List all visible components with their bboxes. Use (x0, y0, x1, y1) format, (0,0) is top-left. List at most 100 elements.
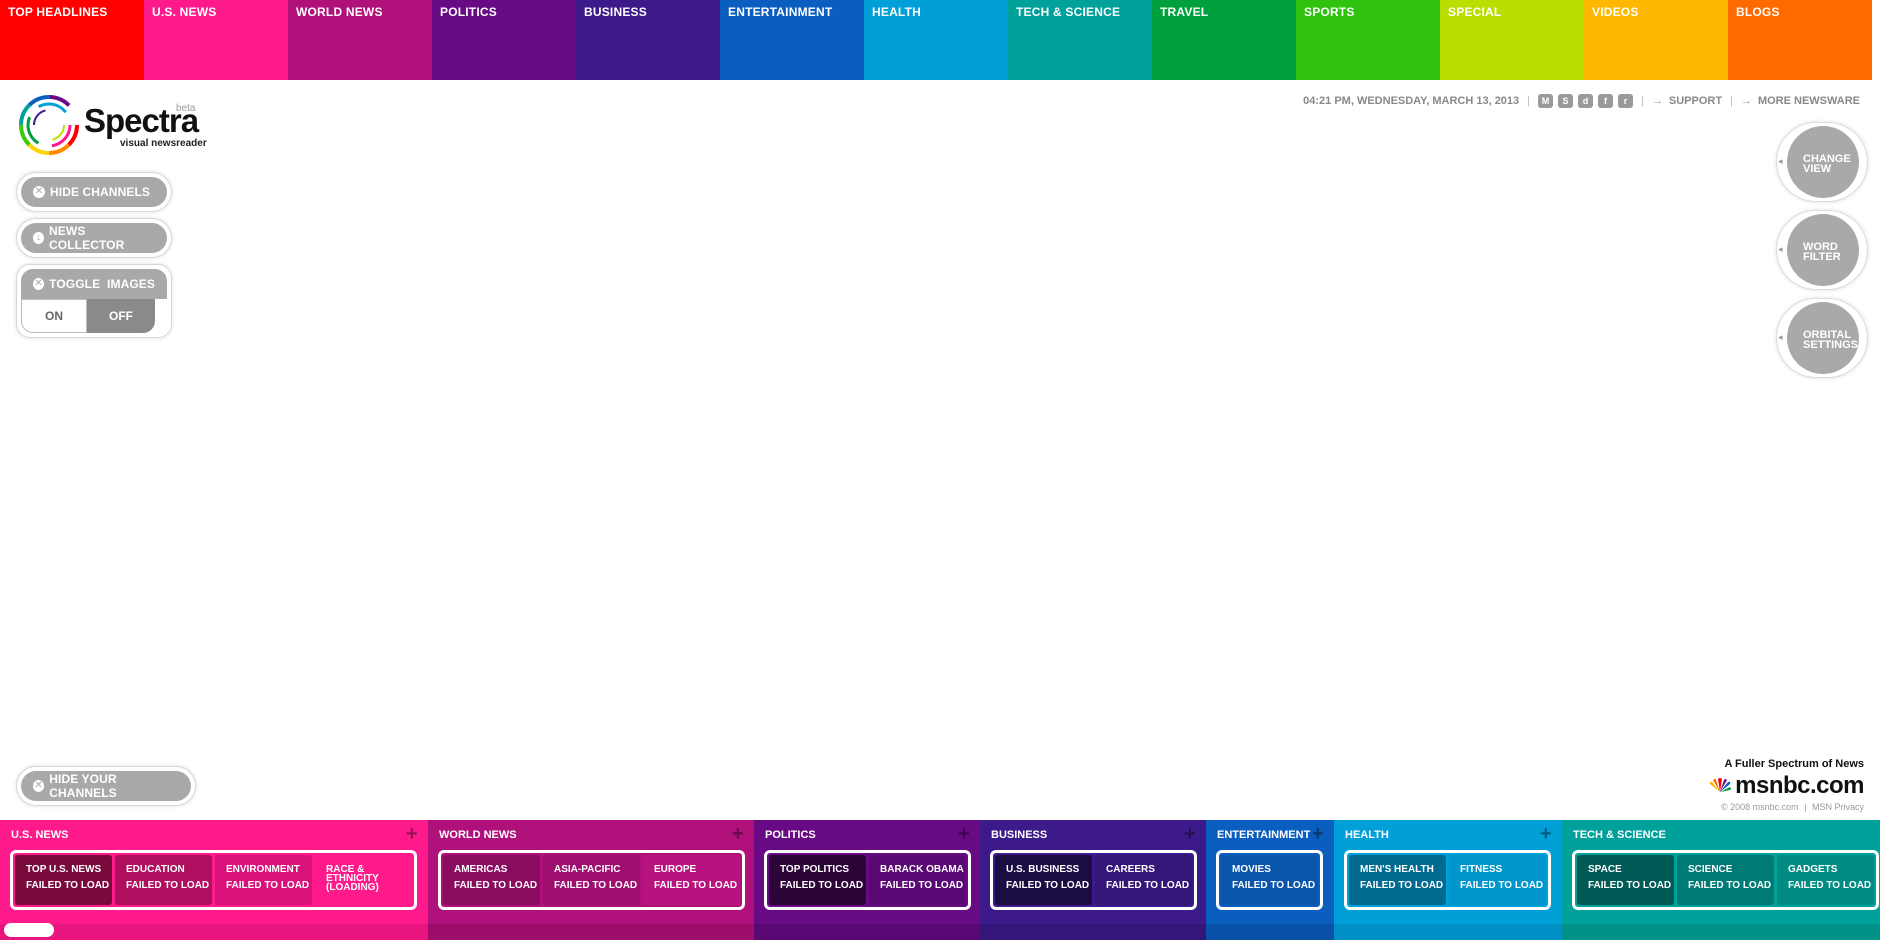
channel-tile[interactable]: EUROPE FAILED TO LOAD (643, 855, 740, 905)
channel-tile-name: MEN'S HEALTH (1360, 864, 1434, 875)
channel-tile[interactable]: BARACK OBAMA FAILED TO LOAD (869, 855, 966, 905)
channel-box: TOP POLITICS FAILED TO LOAD BARACK OBAMA FA… (764, 850, 971, 910)
channel-group-title[interactable]: TECH & SCIENCE (1573, 829, 1666, 841)
channels-scrollbar-thumb[interactable] (4, 923, 54, 937)
top-nav-business[interactable]: BUSINESS (576, 0, 720, 80)
hide-channels-button[interactable]: ✕ HIDE CHANNELS (21, 177, 167, 207)
social-icons: MSdfr (1538, 94, 1634, 108)
spectra-logo[interactable]: Spectra beta visual newsreader (18, 94, 208, 156)
separator: | (1804, 802, 1807, 812)
channel-tile[interactable]: RACE & ETHNICITY (LOADING) (315, 855, 412, 905)
channel-group-title[interactable]: BUSINESS (991, 829, 1047, 841)
channel-tile-name: MOVIES (1232, 864, 1271, 875)
add-channel-icon[interactable]: + (732, 824, 744, 844)
reddit-icon[interactable]: r (1618, 94, 1634, 108)
channel-tile[interactable]: ASIA-PACIFIC FAILED TO LOAD (543, 855, 640, 905)
legal-line: © 2008 msnbc.com | MSN Privacy (1624, 802, 1864, 812)
channel-group-title[interactable]: HEALTH (1345, 829, 1389, 841)
channel-group-band (980, 924, 1206, 940)
toggle-off-button[interactable]: OFF (87, 299, 155, 333)
change-view-button[interactable]: CHANGE VIEW (1787, 126, 1859, 198)
channel-group-business: BUSINESS + U.S. BUSINESS FAILED TO LOAD CARE… (980, 820, 1206, 940)
channel-tile[interactable]: CAREERS FAILED TO LOAD (1095, 855, 1192, 905)
channel-group-title[interactable]: POLITICS (765, 829, 816, 841)
toggle-images-wrap: ✕ TOGGLE IMAGES ON OFF (16, 264, 172, 338)
your-channels-strip: U.S. NEWS + TOP U.S. NEWS FAILED TO LOAD EDU… (0, 820, 1880, 940)
orbital-settings-line2: SETTINGS (1803, 339, 1859, 351)
channel-group-title[interactable]: ENTERTAINMENT (1217, 829, 1310, 841)
channel-tile-name: SCIENCE (1688, 864, 1733, 875)
delicious-icon[interactable]: d (1578, 94, 1594, 108)
top-nav-politics[interactable]: POLITICS (432, 0, 576, 80)
top-nav-u-s-news[interactable]: U.S. NEWS (144, 0, 288, 80)
add-channel-icon[interactable]: + (406, 824, 418, 844)
channel-tile-name: TOP POLITICS (780, 864, 850, 875)
channel-tile-status: FAILED TO LOAD (226, 880, 310, 891)
toggle-on-button[interactable]: ON (21, 299, 87, 333)
channel-tile[interactable]: TOP POLITICS FAILED TO LOAD (769, 855, 866, 905)
channel-tile-name: U.S. BUSINESS (1006, 864, 1080, 875)
msnbc-logo[interactable]: msnbc.com (1624, 772, 1864, 800)
news-collector-wrap: ↓ NEWS COLLECTOR (16, 218, 172, 258)
top-nav-sports[interactable]: SPORTS (1296, 0, 1440, 80)
channel-tile-name: EUROPE (654, 864, 697, 875)
hide-your-channels-button[interactable]: ✕ HIDE YOUR CHANNELS (21, 771, 191, 801)
channel-tile[interactable]: TOP U.S. NEWS FAILED TO LOAD (15, 855, 112, 905)
channel-tile[interactable]: SCIENCE FAILED TO LOAD (1677, 855, 1774, 905)
channel-tile[interactable]: FITNESS FAILED TO LOAD (1449, 855, 1546, 905)
channel-tile[interactable]: ENVIRONMENT FAILED TO LOAD (215, 855, 312, 905)
channel-tile[interactable]: GADGETS FAILED TO LOAD (1777, 855, 1874, 905)
channel-group-title[interactable]: WORLD NEWS (439, 829, 517, 841)
msn-privacy-link[interactable]: MSN Privacy (1812, 802, 1864, 812)
top-nav-health[interactable]: HEALTH (864, 0, 1008, 80)
channel-group-title[interactable]: U.S. NEWS (11, 829, 68, 841)
add-channel-icon[interactable]: + (1540, 824, 1552, 844)
channel-tile[interactable]: SPACE FAILED TO LOAD (1577, 855, 1674, 905)
channel-tile-name: FITNESS (1460, 864, 1503, 875)
orbital-settings-button[interactable]: ORBITAL SETTINGS (1787, 302, 1859, 374)
channel-tile[interactable]: MEN'S HEALTH FAILED TO LOAD (1349, 855, 1446, 905)
separator: | (1527, 95, 1531, 107)
top-nav-blogs[interactable]: BLOGS (1728, 0, 1872, 80)
news-collector-button[interactable]: ↓ NEWS COLLECTOR (21, 223, 167, 253)
channel-box: MEN'S HEALTH FAILED TO LOAD FITNESS FAILED … (1344, 850, 1551, 910)
logo-tagline: visual newsreader (120, 138, 207, 149)
word-filter-line2: FILTER (1803, 251, 1841, 263)
add-channel-icon[interactable]: + (1184, 824, 1196, 844)
top-nav-tech-science[interactable]: TECH & SCIENCE (1008, 0, 1152, 80)
msnbc-branding: A Fuller Spectrum of News msnbc.com © 20… (1624, 758, 1864, 812)
orbital-settings-wrap: ◂ ORBITAL SETTINGS (1776, 298, 1870, 378)
arrow-left-icon: ◂ (1778, 332, 1783, 342)
close-icon: ✕ (33, 278, 45, 290)
top-nav-special[interactable]: SPECIAL (1440, 0, 1584, 80)
top-nav-top-headlines[interactable]: TOP HEADLINES (0, 0, 144, 80)
channel-tile-status: FAILED TO LOAD (780, 880, 864, 891)
support-link[interactable]: → SUPPORT (1652, 95, 1722, 107)
channel-tile-status: FAILED TO LOAD (1360, 880, 1444, 891)
myspace-icon[interactable]: M (1538, 94, 1554, 108)
channel-tile-status: FAILED TO LOAD (1106, 880, 1190, 891)
msnbc-name: msnbc.com (1735, 772, 1864, 799)
channel-tile-status: FAILED TO LOAD (1688, 880, 1772, 891)
more-newsware-link[interactable]: → MORE NEWSWARE (1741, 95, 1860, 107)
channel-group-band (1206, 924, 1334, 940)
stumbleupon-icon[interactable]: S (1558, 94, 1574, 108)
top-nav-world-news[interactable]: WORLD NEWS (288, 0, 432, 80)
facebook-icon[interactable]: f (1598, 94, 1614, 108)
channel-tile[interactable]: EDUCATION FAILED TO LOAD (115, 855, 212, 905)
word-filter-button[interactable]: WORD FILTER (1787, 214, 1859, 286)
top-nav-entertainment[interactable]: ENTERTAINMENT (720, 0, 864, 80)
channel-box: U.S. BUSINESS FAILED TO LOAD CAREERS FAILED… (990, 850, 1197, 910)
channel-box: TOP U.S. NEWS FAILED TO LOAD EDUCATION FAIL… (10, 850, 417, 910)
top-nav-videos[interactable]: VIDEOS (1584, 0, 1728, 80)
toggle-images-label: TOGGLE IMAGES (49, 277, 155, 291)
add-channel-icon[interactable]: + (1312, 824, 1324, 844)
channel-group-entertainment: ENTERTAINMENT + MOVIES FAILED TO LOAD (1206, 820, 1334, 940)
channel-group-band (428, 924, 754, 940)
spectrum-swirl-icon (19, 95, 79, 155)
channel-tile[interactable]: AMERICAS FAILED TO LOAD (443, 855, 540, 905)
channel-tile[interactable]: MOVIES FAILED TO LOAD (1221, 855, 1318, 905)
add-channel-icon[interactable]: + (958, 824, 970, 844)
top-nav-travel[interactable]: TRAVEL (1152, 0, 1296, 80)
channel-tile[interactable]: U.S. BUSINESS FAILED TO LOAD (995, 855, 1092, 905)
